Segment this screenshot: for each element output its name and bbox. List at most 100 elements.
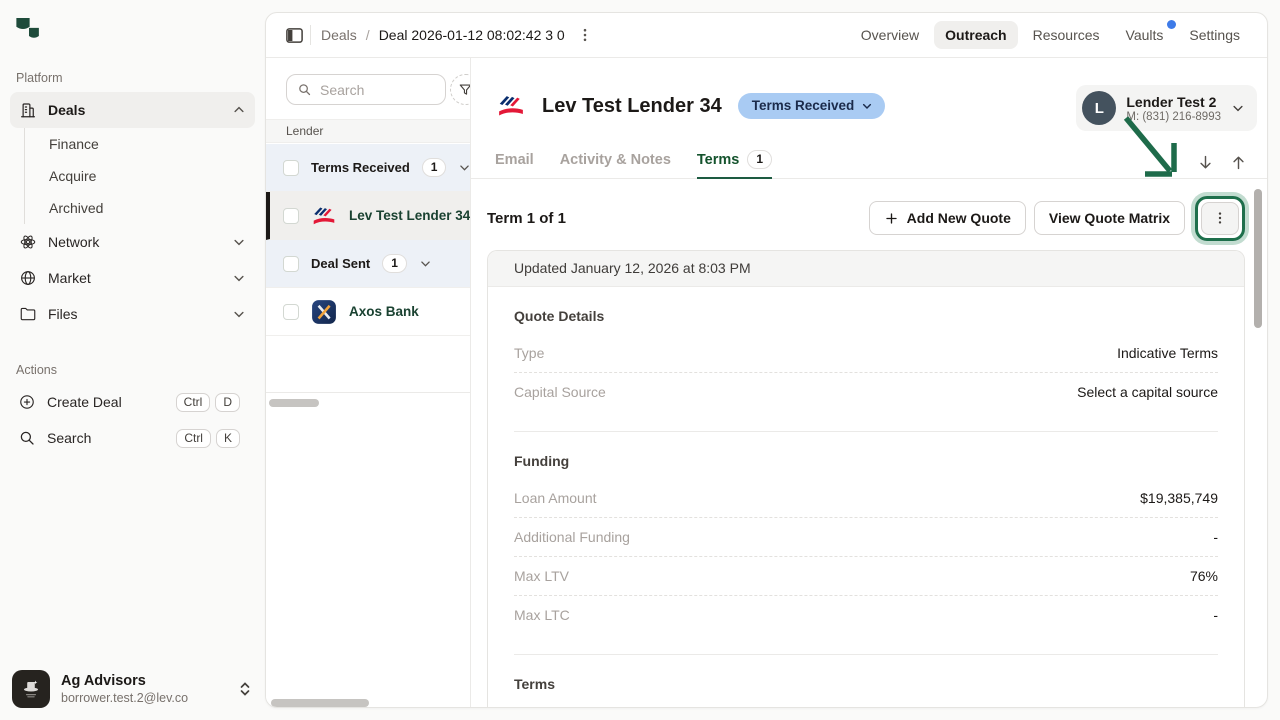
lender-row-lev-test-lender-34[interactable]: Lev Test Lender 34 — [266, 192, 470, 240]
account-switcher[interactable]: Ag Advisors borrower.test.2@lev.co — [12, 670, 252, 708]
kbd-d: D — [215, 393, 240, 412]
avatar: L — [1082, 91, 1116, 125]
sidebar-item-archived[interactable]: Archived — [25, 192, 265, 224]
quote-kebab-icon[interactable] — [1201, 202, 1239, 235]
sidebar-item-network[interactable]: Network — [10, 224, 255, 260]
sidebar: Platform Deals Finance Acquire Archived — [0, 0, 265, 720]
tab-terms[interactable]: Terms 1 — [697, 151, 772, 178]
count-badge: 1 — [422, 158, 447, 177]
field-value[interactable]: - — [1213, 529, 1218, 545]
sidebar-item-label: Deals — [48, 102, 85, 118]
tab-activity-notes[interactable]: Activity & Notes — [560, 151, 671, 178]
field-value[interactable]: - — [1213, 607, 1218, 623]
filter-icon[interactable] — [450, 74, 471, 105]
lender-detail-title: Lev Test Lender 34 — [542, 95, 722, 118]
plus-icon — [884, 211, 899, 226]
kbd-ctrl: Ctrl — [176, 429, 211, 448]
arrow-up-icon[interactable] — [1230, 154, 1247, 171]
funding-section: Funding Loan Amount $19,385,749 Addition… — [514, 432, 1218, 655]
lender-row-axos-bank[interactable]: Axos Bank — [266, 288, 470, 336]
term-count-title: Term 1 of 1 — [487, 210, 566, 227]
count-badge: 1 — [747, 150, 772, 169]
checkbox[interactable] — [283, 256, 299, 272]
tab-vaults-label: Vaults — [1126, 27, 1164, 43]
tab-overview[interactable]: Overview — [850, 21, 930, 49]
kbd-k: K — [216, 429, 240, 448]
tab-settings[interactable]: Settings — [1178, 21, 1251, 49]
field-label: Capital Source — [514, 384, 606, 400]
bank-of-america-logo — [311, 203, 337, 229]
view-quote-matrix-button[interactable]: View Quote Matrix — [1034, 201, 1185, 235]
lender-search[interactable] — [286, 74, 446, 105]
field-value[interactable]: 76% — [1190, 568, 1218, 584]
arrow-down-icon[interactable] — [1197, 154, 1214, 171]
chevron-down-icon — [232, 271, 246, 285]
search-action[interactable]: Search Ctrl K — [0, 420, 265, 456]
lender-name: Axos Bank — [349, 304, 419, 319]
panel-toggle-icon[interactable] — [280, 21, 308, 49]
sidebar-item-market[interactable]: Market — [10, 260, 255, 296]
tab-resources[interactable]: Resources — [1022, 21, 1111, 49]
group-row-deal-sent[interactable]: Deal Sent 1 — [266, 240, 470, 288]
section-title: Funding — [514, 450, 1218, 472]
field-label: Type — [514, 345, 544, 361]
deal-kebab-icon[interactable] — [571, 21, 599, 49]
actions-section-label: Actions — [16, 363, 57, 377]
quote-row-max-ltc: Max LTC - — [514, 595, 1218, 634]
chevron-up-icon — [232, 103, 246, 117]
horizontal-scrollbar[interactable] — [269, 399, 319, 407]
tab-outreach[interactable]: Outreach — [934, 21, 1017, 49]
create-deal-action[interactable]: Create Deal Ctrl D — [0, 384, 265, 420]
horizontal-scrollbar[interactable] — [271, 699, 369, 707]
contact-name: Lender Test 2 — [1126, 94, 1221, 110]
deal-topbar: Deals / Deal 2026-01-12 08:02:42 3 0 Ove… — [266, 13, 1267, 58]
search-input[interactable] — [320, 82, 420, 98]
checkbox[interactable] — [283, 160, 299, 176]
quote-row-capital-source: Capital Source Select a capital source — [514, 372, 1218, 411]
field-label: Additional Funding — [514, 529, 630, 545]
add-new-quote-button[interactable]: Add New Quote — [869, 201, 1026, 235]
add-new-quote-label: Add New Quote — [907, 210, 1011, 226]
chevron-down-icon[interactable] — [458, 161, 471, 174]
breadcrumb-deals[interactable]: Deals — [321, 27, 357, 43]
lender-detail-tabs: Email Activity & Notes Terms 1 — [471, 151, 1268, 179]
status-badge-label: Terms Received — [752, 98, 855, 113]
sidebar-item-finance[interactable]: Finance — [25, 128, 265, 160]
terms-section: Terms Term - — [514, 655, 1218, 708]
breadcrumb-separator: / — [366, 27, 370, 43]
action-label: Search — [47, 430, 165, 446]
chevron-down-icon[interactable] — [419, 257, 432, 270]
sidebar-item-deals[interactable]: Deals — [10, 92, 255, 128]
group-row-terms-received[interactable]: Terms Received 1 — [266, 144, 470, 192]
checkbox[interactable] — [283, 208, 299, 224]
status-badge[interactable]: Terms Received — [738, 93, 886, 119]
lender-column-header: Lender — [266, 119, 470, 143]
tab-vaults[interactable]: Vaults — [1115, 21, 1175, 49]
tab-email[interactable]: Email — [495, 151, 534, 178]
section-title: Terms — [514, 673, 1218, 695]
avatar — [12, 670, 50, 708]
building-icon — [19, 101, 37, 119]
group-label: Terms Received — [311, 160, 410, 175]
checkbox[interactable] — [283, 304, 299, 320]
contact-card[interactable]: L Lender Test 2 M: (831) 216-8993 — [1076, 85, 1257, 131]
network-icon — [19, 233, 37, 251]
chevron-down-icon — [232, 235, 246, 249]
quote-row-loan-amount: Loan Amount $19,385,749 — [514, 478, 1218, 517]
quote-details-section: Quote Details Type Indicative Terms Capi… — [514, 287, 1218, 432]
sidebar-item-acquire[interactable]: Acquire — [25, 160, 265, 192]
platform-section-label: Platform — [16, 71, 63, 85]
action-label: Create Deal — [47, 394, 165, 410]
section-title: Quote Details — [514, 305, 1218, 327]
field-value[interactable]: Indicative Terms — [1117, 345, 1218, 361]
field-value[interactable]: Select a capital source — [1077, 384, 1218, 400]
field-value[interactable]: $19,385,749 — [1140, 490, 1218, 506]
lender-name: Lev Test Lender 34 — [349, 208, 470, 223]
account-email: borrower.test.2@lev.co — [61, 691, 227, 705]
vertical-scrollbar[interactable] — [1254, 189, 1262, 328]
field-label: Max LTC — [514, 607, 570, 623]
group-label: Deal Sent — [311, 256, 370, 271]
axos-logo — [311, 299, 337, 325]
sidebar-item-files[interactable]: Files — [10, 296, 255, 332]
quote-row-term: Term - — [514, 701, 1218, 708]
